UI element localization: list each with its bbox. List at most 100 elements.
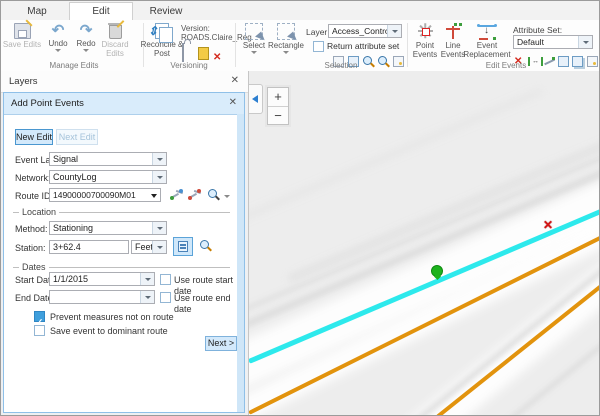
add-point-events-title: Add Point Events <box>11 98 84 109</box>
chevron-down-icon <box>251 51 257 54</box>
prevent-measures-label: Prevent measures not on route <box>50 312 174 323</box>
select-route-red-button[interactable] <box>188 188 201 201</box>
redo-icon: ↷ <box>80 23 93 38</box>
event-replacement-icon: ↓ <box>477 23 497 40</box>
method-combobox[interactable]: Stationing <box>49 221 167 235</box>
map-view[interactable]: ✕ + − <box>249 71 599 415</box>
close-icon[interactable]: ✕ <box>229 97 237 108</box>
attribute-set-combobox[interactable]: Default <box>513 35 593 49</box>
chevron-down-icon <box>283 51 289 54</box>
app-window: Map Edit Review Save Edits ↶ Undo ↷ Redo… <box>0 0 600 416</box>
chevron-down-icon <box>140 291 154 303</box>
event-layer-combobox[interactable]: Signal <box>49 152 167 166</box>
next-button[interactable]: Next > <box>205 336 237 351</box>
add-point-events-header: Add Point Events ✕ <box>4 93 244 115</box>
route-id-combobox[interactable]: 14900000700090M01 <box>49 188 161 202</box>
reconcile-post-button[interactable]: ⇕ Reconcile & Post <box>140 23 184 58</box>
chevron-down-icon <box>55 49 61 52</box>
add-point-events-panel: Add Point Events ✕ New Edit Next Edit Ev… <box>3 92 245 413</box>
close-icon[interactable]: ✕ <box>231 75 239 86</box>
clear-selection-icon[interactable] <box>393 56 404 67</box>
map-zoom-control: + − <box>267 87 289 125</box>
version-label: Version: <box>181 24 210 33</box>
collapse-panel-tab[interactable] <box>249 84 263 114</box>
group-label-edit-events: Edit Events <box>461 61 551 70</box>
reconcile-icon: ⇕ <box>155 23 169 39</box>
end-date-input[interactable] <box>49 290 155 304</box>
event-tables-icon[interactable] <box>572 56 583 67</box>
save-dominant-checkbox[interactable] <box>34 325 45 336</box>
chevron-down-icon <box>140 273 154 285</box>
rectangle-tool-button[interactable]: Rectangle <box>266 23 306 54</box>
tab-map[interactable]: Map <box>9 3 65 20</box>
group-label-manage-edits: Manage Edits <box>29 61 119 70</box>
ribbon: Save Edits ↶ Undo ↷ Redo Discard Edits M… <box>1 20 599 72</box>
point-event-marker[interactable] <box>431 265 443 277</box>
layer-label: Layer: <box>306 27 330 37</box>
chevron-down-icon <box>387 25 401 37</box>
select-route-on-map-button[interactable] <box>170 188 183 201</box>
yellow-page-icon <box>198 47 209 60</box>
event-options-icon[interactable] <box>587 56 598 67</box>
version-lock-button[interactable] <box>182 44 184 62</box>
save-edits-button[interactable]: Save Edits <box>2 23 42 49</box>
ribbon-tab-strip: Map Edit Review <box>1 1 599 21</box>
save-dominant-label: Save event to dominant route <box>50 326 168 337</box>
magnifier-icon <box>200 240 212 252</box>
event-replacement-button[interactable]: ↓ Event Replacement <box>463 23 511 59</box>
chevron-down-icon <box>152 153 166 165</box>
group-label-versioning: Versioning <box>144 61 234 70</box>
rectangle-select-icon <box>277 23 295 40</box>
zoom-out-button[interactable]: − <box>268 106 288 124</box>
chevron-left-icon <box>252 95 258 103</box>
chevron-down-icon[interactable] <box>224 195 230 198</box>
zoom-to-station-button[interactable] <box>200 240 212 252</box>
panel-right-gutter <box>237 114 244 412</box>
return-attribute-set-checkbox[interactable] <box>313 41 324 52</box>
method-label: Method: <box>15 224 48 235</box>
zoom-in-button[interactable]: + <box>268 88 288 106</box>
layers-panel-header: Layers ✕ <box>1 71 248 93</box>
dates-section-separator: Dates <box>13 262 230 272</box>
point-events-icon <box>417 23 434 40</box>
group-label-selection: Selection <box>296 61 386 70</box>
location-section-separator: Location <box>13 207 230 217</box>
use-route-start-date-checkbox[interactable] <box>160 274 171 285</box>
version-changes-button[interactable] <box>198 47 209 60</box>
magnifier-icon <box>208 189 220 201</box>
return-attribute-set-label: Return attribute set <box>327 41 399 52</box>
tab-review[interactable]: Review <box>135 3 197 20</box>
prevent-measures-checkbox[interactable] <box>34 311 45 322</box>
new-edit-button[interactable]: New Edit <box>15 129 53 145</box>
network-label: Network: <box>15 173 51 184</box>
line-events-icon <box>445 23 462 40</box>
chevron-down-icon <box>83 49 89 52</box>
station-input[interactable]: 3+62.4 <box>49 240 129 254</box>
tab-edit[interactable]: Edit <box>69 2 133 22</box>
undo-icon: ↶ <box>52 23 65 38</box>
station-unit-combobox[interactable]: Feet <box>131 240 167 254</box>
pick-station-on-map-button[interactable] <box>173 237 193 256</box>
road-texture <box>249 88 543 225</box>
route-id-label: Route ID: <box>15 191 53 202</box>
discard-edits-button[interactable]: Discard Edits <box>93 23 137 58</box>
layers-panel-title: Layers <box>9 76 38 87</box>
next-edit-button[interactable]: Next Edit <box>56 129 98 145</box>
zoom-to-route-button[interactable] <box>208 189 220 201</box>
chevron-down-icon <box>152 171 166 183</box>
event-table-icon[interactable] <box>558 56 569 67</box>
network-combobox[interactable]: CountyLog <box>49 170 167 184</box>
station-label: Station: <box>15 243 46 254</box>
station-location-marker[interactable]: ✕ <box>543 219 553 231</box>
use-route-end-date-checkbox[interactable] <box>160 292 171 303</box>
use-route-end-date-label: Use route end date <box>174 293 244 315</box>
lock-icon <box>182 43 184 62</box>
layers-panel: Layers ✕ Add Point Events ✕ New Edit Nex… <box>1 71 249 415</box>
save-icon <box>14 23 31 39</box>
start-date-input[interactable]: 1/1/2015 <box>49 272 155 286</box>
chevron-down-icon <box>152 222 166 234</box>
select-cursor-icon <box>245 23 263 40</box>
layer-combobox[interactable]: Access_Control <box>328 24 402 38</box>
chevron-down-icon <box>151 194 157 198</box>
trash-icon <box>109 25 122 39</box>
